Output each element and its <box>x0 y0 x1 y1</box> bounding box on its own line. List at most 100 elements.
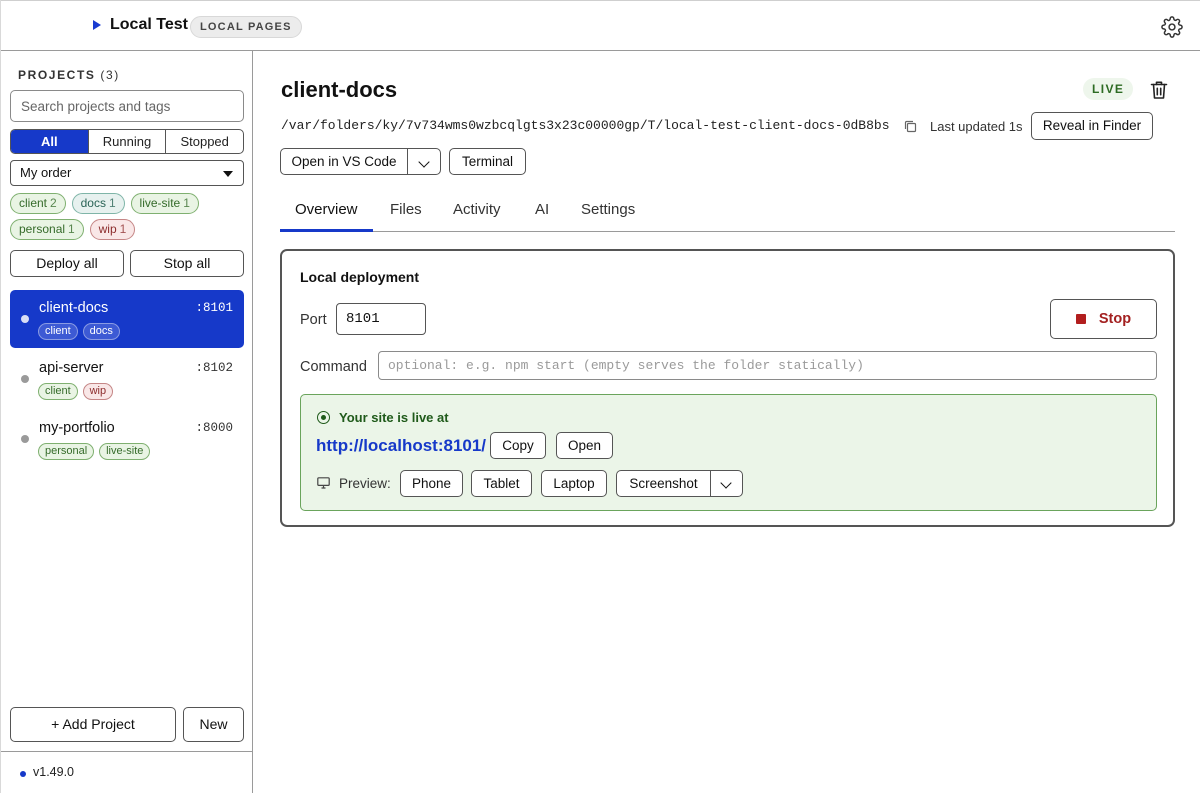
status-filter: All Running Stopped <box>10 129 244 154</box>
project-name: my-portfolio <box>39 420 115 436</box>
projects-count: (3) <box>100 68 120 82</box>
open-with-dropdown-button[interactable] <box>407 148 441 175</box>
play-triangle-icon <box>93 20 101 30</box>
filter-running[interactable]: Running <box>87 130 166 153</box>
project-name: client-docs <box>39 300 109 316</box>
live-status-box: Your site is live at http://localhost:81… <box>300 394 1157 511</box>
caret-down-icon <box>223 171 233 177</box>
app-window: Local Test LOCAL PAGES PROJECTS (3) All … <box>0 0 1200 793</box>
tag-filter-live-site[interactable]: live-site 1 <box>130 193 199 214</box>
open-url-button[interactable]: Open <box>556 432 613 459</box>
tag-count: 1 <box>183 196 190 210</box>
project-item-api-server[interactable]: api-server :8102 client wip <box>10 350 244 408</box>
projects-heading-label: PROJECTS <box>18 68 96 82</box>
tag-name: docs <box>80 196 106 210</box>
page-title: client-docs <box>281 77 398 102</box>
project-port: :8000 <box>195 421 233 435</box>
tag-name: live-site <box>139 196 181 210</box>
monitor-icon <box>317 477 330 489</box>
project-name: api-server <box>39 360 104 376</box>
tab-files[interactable]: Files <box>390 201 422 218</box>
tag-filter-client[interactable]: client 2 <box>10 193 66 214</box>
reveal-in-finder-button[interactable]: Reveal in Finder <box>1031 112 1153 140</box>
screenshot-dropdown-button[interactable] <box>710 470 743 497</box>
project-port: :8101 <box>195 301 233 315</box>
tab-activity[interactable]: Activity <box>453 201 501 218</box>
project-tag: live-site <box>99 443 151 460</box>
local-deployment-card: Local deployment Port 8101 Stop Command … <box>280 249 1175 527</box>
live-indicator-icon <box>317 411 330 424</box>
terminal-button[interactable]: Terminal <box>449 148 526 175</box>
live-status-text: Your site is live at <box>339 410 449 425</box>
chevron-down-icon <box>418 156 430 168</box>
stop-label: Stop <box>1098 311 1132 327</box>
chevron-down-icon <box>720 477 732 489</box>
preview-phone-button[interactable]: Phone <box>400 470 463 497</box>
tag-filter-list: client 2 docs 1 live-site 1 personal 1 wip 1 <box>10 193 246 245</box>
tag-name: wip <box>98 222 117 236</box>
tab-overview[interactable]: Overview <box>295 201 358 218</box>
local-pages-badge: LOCAL PAGES <box>190 16 302 38</box>
tag-filter-personal[interactable]: personal 1 <box>10 219 84 240</box>
card-title: Local deployment <box>300 269 420 285</box>
project-tag: personal <box>38 443 95 460</box>
preview-tablet-button[interactable]: Tablet <box>471 470 532 497</box>
filter-all[interactable]: All <box>11 130 88 153</box>
project-tag: wip <box>82 383 114 400</box>
project-tags: client wip <box>38 381 114 400</box>
status-dot <box>21 375 29 383</box>
port-label: Port <box>300 312 327 328</box>
active-tab-indicator <box>280 229 373 232</box>
sidebar-footer: v1.49.0 <box>1 751 252 793</box>
command-label: Command <box>300 359 367 375</box>
preview-label: Preview: <box>339 476 391 491</box>
copy-url-button[interactable]: Copy <box>490 432 546 459</box>
project-tag: client <box>38 383 78 400</box>
version-status-dot <box>20 771 26 777</box>
trash-icon[interactable] <box>1150 80 1168 100</box>
project-tag: client <box>38 323 78 340</box>
new-project-button[interactable]: New <box>183 707 244 742</box>
port-input[interactable]: 8101 <box>336 303 426 335</box>
live-url-link[interactable]: http://localhost:8101/ <box>316 436 486 456</box>
sort-order-select[interactable]: My order <box>10 160 244 186</box>
stop-all-button[interactable]: Stop all <box>130 250 244 277</box>
last-updated: Last updated 1s <box>930 119 1023 134</box>
status-dot <box>21 435 29 443</box>
project-tags: personal live-site <box>38 441 151 460</box>
tag-name: client <box>19 196 48 210</box>
tag-count: 1 <box>119 222 127 236</box>
filter-stopped[interactable]: Stopped <box>165 130 243 153</box>
tag-filter-wip[interactable]: wip 1 <box>89 219 136 240</box>
command-input[interactable] <box>378 351 1157 380</box>
tag-count: 1 <box>68 222 75 236</box>
project-item-my-portfolio[interactable]: my-portfolio :8000 personal live-site <box>10 410 244 468</box>
project-path: /var/folders/ky/7v734wms0wzbcqlgts3x23c0… <box>281 118 890 133</box>
tab-bar: Overview Files Activity AI Settings <box>280 191 1175 232</box>
app-version: v1.49.0 <box>33 765 75 779</box>
stop-icon <box>1075 314 1086 324</box>
search-input[interactable] <box>10 90 244 122</box>
project-port: :8102 <box>195 361 233 375</box>
project-tags: client docs <box>38 321 121 340</box>
tag-name: personal <box>19 222 66 236</box>
deploy-all-button[interactable]: Deploy all <box>10 250 124 277</box>
project-item-client-docs[interactable]: client-docs :8101 client docs <box>10 290 244 348</box>
top-bar: Local Test LOCAL PAGES <box>1 0 1200 51</box>
sidebar: PROJECTS (3) All Running Stopped My orde… <box>1 51 253 793</box>
tag-filter-docs[interactable]: docs 1 <box>71 193 125 214</box>
screenshot-button[interactable]: Screenshot <box>616 470 711 497</box>
gear-icon[interactable] <box>1161 16 1183 38</box>
tag-count: 1 <box>108 196 116 210</box>
stop-button[interactable]: Stop <box>1050 299 1157 339</box>
add-project-button[interactable]: + Add Project <box>10 707 176 742</box>
main-panel: client-docs LIVE /var/folders/ky/7v734wm… <box>254 51 1200 793</box>
open-in-vscode-button[interactable]: Open in VS Code <box>280 148 408 175</box>
tab-ai[interactable]: AI <box>535 201 549 218</box>
preview-laptop-button[interactable]: Laptop <box>541 470 607 497</box>
status-badge: LIVE <box>1083 78 1134 100</box>
sort-order-value: My order <box>20 165 72 180</box>
app-title: Local Test <box>110 16 188 33</box>
copy-icon[interactable] <box>904 120 917 133</box>
tab-settings[interactable]: Settings <box>581 201 635 218</box>
